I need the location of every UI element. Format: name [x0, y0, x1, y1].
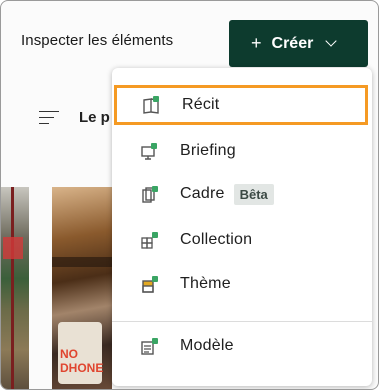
image-text: NO DHONE — [60, 347, 104, 375]
menu-item-label: Thème — [180, 275, 231, 292]
sort-control[interactable]: Le p — [39, 109, 110, 126]
create-button[interactable]: + Créer — [229, 20, 368, 67]
menu-item-briefing[interactable]: Briefing — [112, 131, 372, 171]
sort-icon — [39, 110, 59, 126]
collection-icon — [140, 230, 160, 250]
menu-item-label: Modèle — [180, 337, 234, 354]
menu-item-label: Cadre — [180, 185, 225, 202]
app-window: Inspecter les éléments + Créer Le p NO D… — [0, 0, 379, 390]
inspect-elements-link[interactable]: Inspecter les éléments — [21, 32, 173, 49]
thumbnail-image[interactable]: NO DHONE — [52, 187, 112, 389]
menu-item-story[interactable]: Récit — [114, 85, 368, 125]
briefing-icon — [140, 141, 160, 161]
sort-label: Le p — [79, 109, 110, 126]
menu-item-template[interactable]: Modèle — [112, 326, 372, 366]
beta-badge: Bêta — [233, 183, 274, 205]
theme-icon — [140, 274, 160, 294]
template-icon — [140, 336, 160, 356]
menu-item-theme[interactable]: Thème — [112, 264, 372, 304]
menu-item-label: Récit — [182, 96, 220, 113]
menu-divider — [112, 321, 372, 322]
create-dropdown-menu: Récit Briefing Cadre Bêta Collection Thè… — [112, 68, 372, 386]
thumbnail-image[interactable] — [1, 187, 29, 389]
menu-item-collection[interactable]: Collection — [112, 220, 372, 260]
story-icon — [142, 95, 162, 115]
chevron-down-icon — [325, 35, 337, 47]
create-label: Créer — [271, 34, 314, 52]
plus-icon: + — [251, 33, 262, 53]
menu-item-label: Briefing — [180, 142, 236, 159]
frame-icon — [140, 184, 160, 204]
menu-item-frame[interactable]: Cadre Bêta — [112, 174, 372, 214]
menu-item-label: Collection — [180, 231, 253, 248]
